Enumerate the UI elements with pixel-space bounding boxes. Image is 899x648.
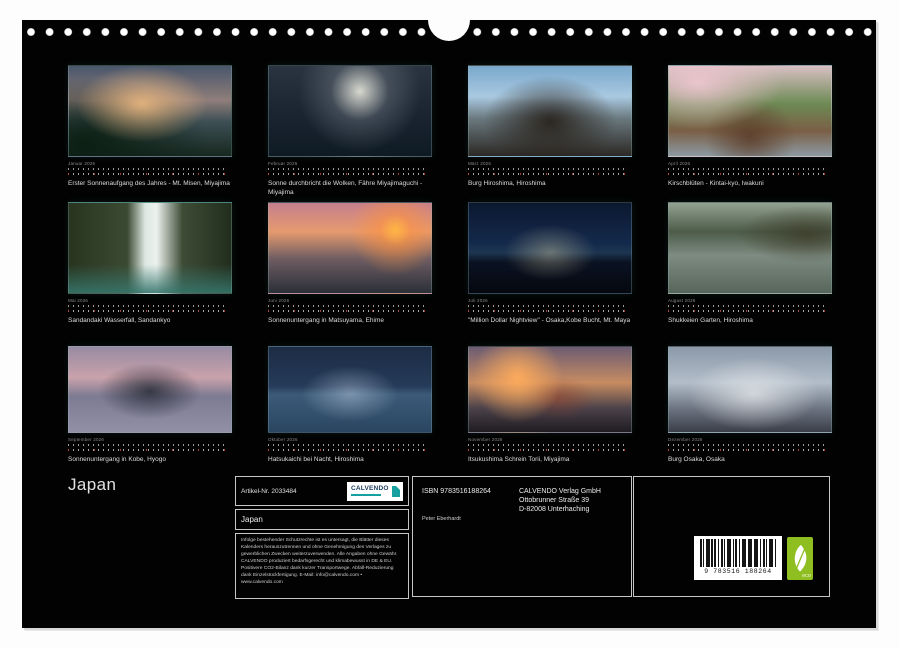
mini-calendar-strip (668, 305, 826, 312)
month-caption: Sonnenuntergang in Kobe, Hyogo (68, 456, 232, 465)
publisher-name: CALVENDO Verlag GmbH (519, 487, 601, 496)
month-label: Juni 2026 (268, 298, 432, 303)
month-cell-april: April 2026 Kirschblüten - Kintai-kyo, Iw… (668, 65, 832, 198)
mini-calendar-strip (668, 444, 826, 451)
mini-calendar-strip (468, 305, 626, 312)
month-cell-december: Dezember 2026 Burg Osaka, Osaka (668, 346, 832, 465)
photo-september (68, 346, 232, 433)
month-caption: Shukkeien Garten, Hiroshima (668, 317, 832, 326)
month-label: Dezember 2026 (668, 437, 832, 442)
month-cell-august: August 2026 Shukkeien Garten, Hiroshima (668, 202, 832, 326)
page-title: Japan (68, 475, 116, 495)
calendar-back-cover: Januar 2026 Erster Sonnenaufgang des Jah… (0, 0, 899, 648)
month-label: Februar 2026 (268, 161, 432, 166)
mini-calendar-strip (668, 168, 826, 175)
barcode-digits: 9 783516 188264 (704, 568, 772, 575)
month-label: August 2026 (668, 298, 832, 303)
mini-calendar-strip (468, 168, 626, 175)
month-cell-may: Mai 2026 Sandandaki Wasserfall, Sandanky… (68, 202, 232, 326)
product-title-box: Japan (235, 509, 409, 530)
month-caption: Burg Hiroshima, Hiroshima (468, 180, 632, 189)
month-cell-june: Juni 2026 Sonnenuntergang in Matsuyama, … (268, 202, 432, 326)
month-row-2: Mai 2026 Sandandaki Wasserfall, Sandanky… (68, 202, 832, 326)
calendar-page: Januar 2026 Erster Sonnenaufgang des Jah… (22, 20, 876, 628)
photo-april (668, 65, 832, 157)
product-info-column: Artikel-Nr. 2033484 CALVENDO Japan Infol… (235, 476, 409, 599)
month-cell-march: März 2026 Burg Hiroshima, Hiroshima (468, 65, 632, 198)
author-name: Peter Eberhardt (422, 516, 461, 522)
publisher-box: ISBN 9783516188264 CALVENDO Verlag GmbH … (412, 476, 632, 597)
month-caption: "Million Dollar Nightview" - Osaka,Kobe … (468, 317, 632, 326)
ean-barcode: 9 783516 188264 (694, 536, 782, 580)
barcode-box: 9 783516 188264 eco (633, 476, 830, 597)
month-caption: Kirschblüten - Kintai-kyo, Iwakuni (668, 180, 832, 189)
month-caption: Erster Sonnenaufgang des Jahres - Mt. Mi… (68, 180, 232, 189)
month-cell-september: September 2026 Sonnenuntergang in Kobe, … (68, 346, 232, 465)
month-label: Oktober 2026 (268, 437, 432, 442)
month-caption: Burg Osaka, Osaka (668, 456, 832, 465)
month-caption: Sandandaki Wasserfall, Sandankyo (68, 317, 232, 326)
photo-november (468, 346, 632, 433)
month-label: November 2026 (468, 437, 632, 442)
article-number-box: Artikel-Nr. 2033484 CALVENDO (235, 476, 409, 506)
photo-january (68, 65, 232, 157)
month-caption: Itsukushima Schrein Torii, Miyajima (468, 456, 632, 465)
month-label: April 2026 (668, 161, 832, 166)
month-label: Mai 2026 (68, 298, 232, 303)
article-number: Artikel-Nr. 2033484 (241, 488, 297, 495)
month-caption: Sonnenuntergang in Matsuyama, Ehime (268, 317, 432, 326)
calvendo-logo-tagline (351, 494, 381, 496)
calvendo-logo-mark-icon (392, 486, 400, 497)
photo-may (68, 202, 232, 294)
month-label: September 2026 (68, 437, 232, 442)
isbn-text: ISBN 9783516188264 (422, 488, 491, 495)
month-cell-february: Februar 2026 Sonne durchbricht die Wolke… (268, 65, 432, 198)
legal-text-box: Infolge bestehender Schutzrechte ist es … (235, 533, 409, 599)
mini-calendar-strip (268, 444, 426, 451)
mini-calendar-strip (268, 305, 426, 312)
calvendo-logo: CALVENDO (347, 482, 403, 501)
month-cell-july: Juli 2026 "Million Dollar Nightview" - O… (468, 202, 632, 326)
photo-october (268, 346, 432, 433)
month-label: Juli 2026 (468, 298, 632, 303)
barcode-bars-icon (700, 539, 776, 567)
mini-calendar-strip (268, 168, 426, 175)
month-cell-october: Oktober 2026 Hatsukaichi bei Nacht, Hiro… (268, 346, 432, 465)
month-caption: Sonne durchbricht die Wolken, Fähre Miya… (268, 180, 432, 198)
eco-label: eco (802, 573, 811, 579)
month-row-3: September 2026 Sonnenuntergang in Kobe, … (68, 346, 832, 465)
hanger-notch (428, 20, 470, 41)
month-caption: Hatsukaichi bei Nacht, Hiroshima (268, 456, 432, 465)
mini-calendar-strip (68, 305, 226, 312)
publisher-address: CALVENDO Verlag GmbH Ottobrunner Straße … (519, 487, 601, 514)
month-label: Januar 2026 (68, 161, 232, 166)
eco-badge: eco (787, 537, 813, 580)
photo-february (268, 65, 432, 157)
photo-march (468, 65, 632, 157)
publisher-street: Ottobrunner Straße 39 (519, 496, 601, 505)
photo-july (468, 202, 632, 294)
month-row-1: Januar 2026 Erster Sonnenaufgang des Jah… (68, 65, 832, 198)
leaf-icon (790, 543, 810, 575)
month-label: März 2026 (468, 161, 632, 166)
photo-june (268, 202, 432, 294)
mini-calendar-strip (68, 168, 226, 175)
month-cell-january: Januar 2026 Erster Sonnenaufgang des Jah… (68, 65, 232, 198)
publisher-city: D-82008 Unterhaching (519, 505, 601, 514)
photo-december (668, 346, 832, 433)
photo-august (668, 202, 832, 294)
mini-calendar-strip (468, 444, 626, 451)
mini-calendar-strip (68, 444, 226, 451)
month-cell-november: November 2026 Itsukushima Schrein Torii,… (468, 346, 632, 465)
